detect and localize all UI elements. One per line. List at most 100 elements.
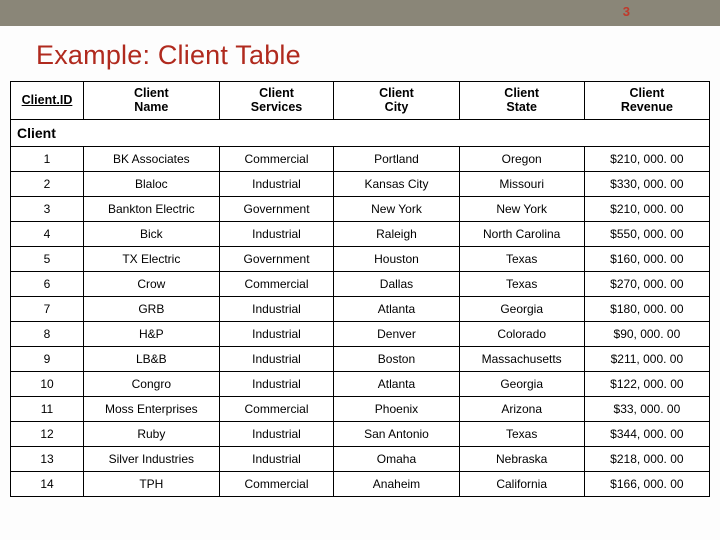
table-row: 13Silver IndustriesIndustrialOmahaNebras… (11, 446, 710, 471)
table-row: 7GRBIndustrialAtlantaGeorgia$180, 000. 0… (11, 296, 710, 321)
cell-city: San Antonio (334, 421, 459, 446)
cell-city: Atlanta (334, 371, 459, 396)
cell-city: Houston (334, 246, 459, 271)
cell-city: Dallas (334, 271, 459, 296)
cell-id: 7 (11, 296, 84, 321)
cell-state: Texas (459, 421, 584, 446)
cell-name: TPH (84, 471, 220, 496)
cell-services: Industrial (219, 446, 334, 471)
cell-state: New York (459, 196, 584, 221)
cell-id: 1 (11, 146, 84, 171)
cell-services: Industrial (219, 221, 334, 246)
cell-id: 10 (11, 371, 84, 396)
cell-city: Omaha (334, 446, 459, 471)
cell-revenue: $550, 000. 00 (584, 221, 709, 246)
cell-services: Commercial (219, 396, 334, 421)
cell-state: Arizona (459, 396, 584, 421)
cell-name: Congro (84, 371, 220, 396)
cell-id: 3 (11, 196, 84, 221)
cell-name: BK Associates (84, 146, 220, 171)
cell-city: Denver (334, 321, 459, 346)
cell-name: GRB (84, 296, 220, 321)
cell-revenue: $33, 000. 00 (584, 396, 709, 421)
client-table: Client Client.ID ClientName ClientServic… (10, 81, 710, 497)
column-header-row: Client.ID ClientName ClientServices Clie… (11, 82, 710, 120)
page-number: 3 (623, 4, 630, 19)
cell-id: 5 (11, 246, 84, 271)
table-row: 5TX ElectricGovernmentHoustonTexas$160, … (11, 246, 710, 271)
cell-id: 8 (11, 321, 84, 346)
table-caption: Client (11, 119, 710, 146)
slide-top-bar: 3 (0, 0, 720, 26)
cell-revenue: $218, 000. 00 (584, 446, 709, 471)
col-client-state: ClientState (459, 82, 584, 120)
cell-state: Massachusetts (459, 346, 584, 371)
cell-name: Silver Industries (84, 446, 220, 471)
cell-state: Oregon (459, 146, 584, 171)
cell-services: Commercial (219, 471, 334, 496)
cell-state: Missouri (459, 171, 584, 196)
table-body: 1BK AssociatesCommercialPortlandOregon$2… (11, 146, 710, 496)
cell-services: Government (219, 196, 334, 221)
cell-state: North Carolina (459, 221, 584, 246)
cell-city: Portland (334, 146, 459, 171)
cell-id: 14 (11, 471, 84, 496)
cell-services: Industrial (219, 346, 334, 371)
cell-revenue: $166, 000. 00 (584, 471, 709, 496)
cell-state: Nebraska (459, 446, 584, 471)
cell-name: Crow (84, 271, 220, 296)
cell-name: TX Electric (84, 246, 220, 271)
cell-id: 12 (11, 421, 84, 446)
cell-revenue: $90, 000. 00 (584, 321, 709, 346)
cell-city: Atlanta (334, 296, 459, 321)
cell-services: Commercial (219, 271, 334, 296)
cell-services: Industrial (219, 171, 334, 196)
cell-name: Blaloc (84, 171, 220, 196)
table-row: 14TPHCommercialAnaheimCalifornia$166, 00… (11, 471, 710, 496)
table-row: 9LB&BIndustrialBostonMassachusetts$211, … (11, 346, 710, 371)
col-client-services: ClientServices (219, 82, 334, 120)
cell-name: Bankton Electric (84, 196, 220, 221)
cell-state: Colorado (459, 321, 584, 346)
table-holder: Client Client.ID ClientName ClientServic… (0, 81, 720, 497)
cell-state: Georgia (459, 371, 584, 396)
slide-title: Example: Client Table (36, 40, 301, 70)
table-row: 8H&PIndustrialDenverColorado$90, 000. 00 (11, 321, 710, 346)
cell-revenue: $270, 000. 00 (584, 271, 709, 296)
cell-id: 4 (11, 221, 84, 246)
cell-revenue: $122, 000. 00 (584, 371, 709, 396)
col-client-revenue: ClientRevenue (584, 82, 709, 120)
cell-name: H&P (84, 321, 220, 346)
table-row: 1BK AssociatesCommercialPortlandOregon$2… (11, 146, 710, 171)
cell-revenue: $160, 000. 00 (584, 246, 709, 271)
cell-name: Moss Enterprises (84, 396, 220, 421)
cell-revenue: $210, 000. 00 (584, 196, 709, 221)
cell-services: Commercial (219, 146, 334, 171)
cell-revenue: $180, 000. 00 (584, 296, 709, 321)
table-row: 3Bankton ElectricGovernmentNew YorkNew Y… (11, 196, 710, 221)
table-row: 6CrowCommercialDallasTexas$270, 000. 00 (11, 271, 710, 296)
cell-services: Industrial (219, 371, 334, 396)
cell-id: 13 (11, 446, 84, 471)
cell-id: 9 (11, 346, 84, 371)
cell-revenue: $211, 000. 00 (584, 346, 709, 371)
cell-id: 6 (11, 271, 84, 296)
table-row: 10CongroIndustrialAtlantaGeorgia$122, 00… (11, 371, 710, 396)
cell-services: Industrial (219, 296, 334, 321)
cell-city: Raleigh (334, 221, 459, 246)
cell-revenue: $344, 000. 00 (584, 421, 709, 446)
col-client-name: ClientName (84, 82, 220, 120)
cell-name: Ruby (84, 421, 220, 446)
table-row: 12RubyIndustrialSan AntonioTexas$344, 00… (11, 421, 710, 446)
cell-city: New York (334, 196, 459, 221)
cell-services: Government (219, 246, 334, 271)
table-row: 2BlalocIndustrialKansas CityMissouri$330… (11, 171, 710, 196)
title-area: Example: Client Table (0, 26, 720, 81)
table-row: 4BickIndustrialRaleighNorth Carolina$550… (11, 221, 710, 246)
cell-state: Georgia (459, 296, 584, 321)
cell-services: Industrial (219, 321, 334, 346)
cell-id: 2 (11, 171, 84, 196)
cell-name: Bick (84, 221, 220, 246)
cell-city: Boston (334, 346, 459, 371)
cell-state: California (459, 471, 584, 496)
